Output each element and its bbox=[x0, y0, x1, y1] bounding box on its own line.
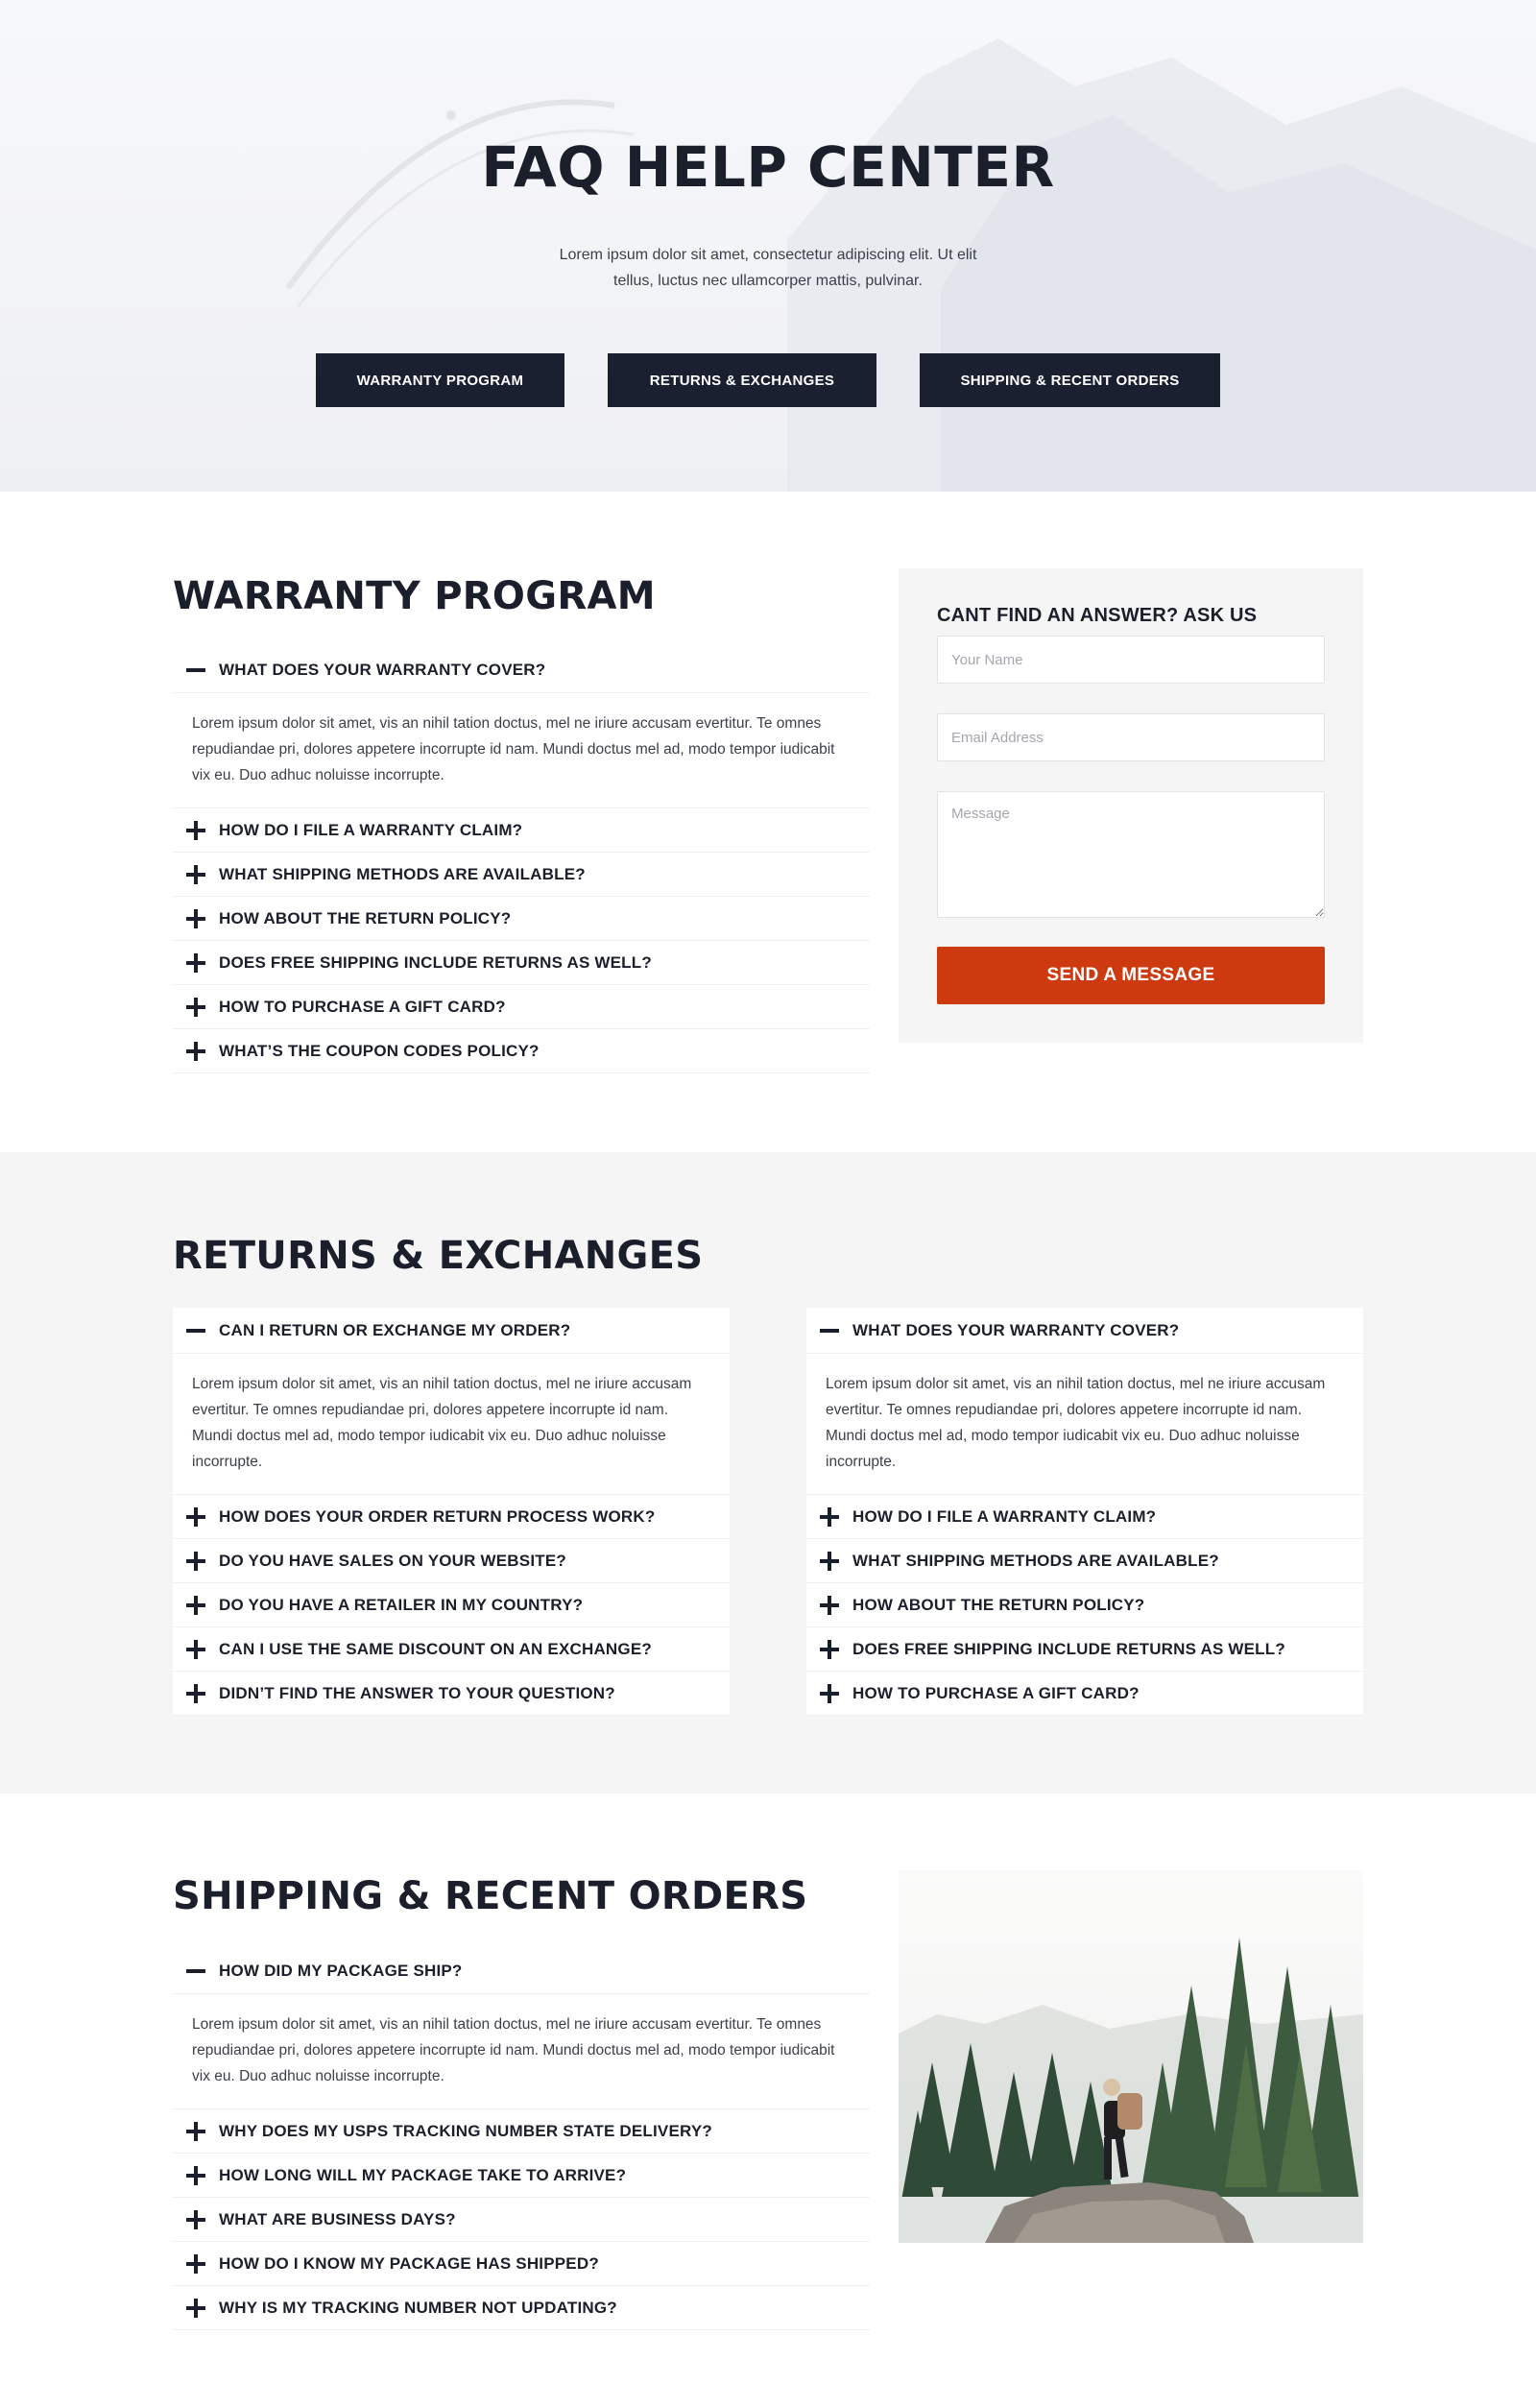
accordion-item[interactable]: WHY IS MY TRACKING NUMBER NOT UPDATING? bbox=[173, 2286, 870, 2330]
accordion-item[interactable]: DOES FREE SHIPPING INCLUDE RETURNS AS WE… bbox=[806, 1627, 1363, 1672]
accordion-item[interactable]: WHAT SHIPPING METHODS ARE AVAILABLE? bbox=[806, 1539, 1363, 1583]
accordion-question: WHAT SHIPPING METHODS ARE AVAILABLE? bbox=[852, 1551, 1219, 1570]
plus-icon bbox=[820, 1639, 839, 1659]
plus-icon bbox=[186, 2253, 205, 2274]
plus-icon bbox=[820, 1595, 839, 1615]
accordion-question: DO YOU HAVE SALES ON YOUR WEBSITE? bbox=[219, 1551, 566, 1570]
shipping-accordion: HOW DID MY PACKAGE SHIP? Lorem ipsum dol… bbox=[173, 1948, 870, 2330]
accordion-item[interactable]: HOW LONG WILL MY PACKAGE TAKE TO ARRIVE? bbox=[173, 2154, 870, 2198]
accordion-item[interactable]: DO YOU HAVE SALES ON YOUR WEBSITE? bbox=[173, 1539, 730, 1583]
message-textarea[interactable] bbox=[937, 791, 1325, 918]
hero-section: FAQ HELP CENTER Lorem ipsum dolor sit am… bbox=[0, 0, 1536, 492]
accordion-question: DO YOU HAVE A RETAILER IN MY COUNTRY? bbox=[219, 1595, 584, 1614]
minus-icon bbox=[820, 1321, 839, 1340]
plus-icon bbox=[820, 1506, 839, 1527]
plus-icon bbox=[186, 1041, 205, 1061]
plus-icon bbox=[820, 1683, 839, 1703]
plus-icon bbox=[186, 1506, 205, 1527]
hero-subtitle: Lorem ipsum dolor sit amet, consectetur … bbox=[559, 247, 977, 289]
returns-accordion-right: WHAT DOES YOUR WARRANTY COVER? Lorem ips… bbox=[806, 1308, 1363, 1716]
email-input[interactable] bbox=[937, 713, 1325, 761]
plus-icon bbox=[186, 2121, 205, 2141]
accordion-item[interactable]: HOW ABOUT THE RETURN POLICY? bbox=[806, 1583, 1363, 1627]
accordion-item[interactable]: WHAT’S THE COUPON CODES POLICY? bbox=[173, 1029, 870, 1073]
page-title: FAQ HELP CENTER bbox=[481, 134, 1055, 200]
plus-icon bbox=[186, 820, 205, 840]
accordion-question: HOW LONG WILL MY PACKAGE TAKE TO ARRIVE? bbox=[219, 2165, 627, 2184]
accordion-question: DOES FREE SHIPPING INCLUDE RETURNS AS WE… bbox=[852, 1639, 1285, 1658]
accordion-item-open[interactable]: WHAT DOES YOUR WARRANTY COVER? bbox=[173, 647, 870, 693]
plus-icon bbox=[186, 908, 205, 928]
plus-icon bbox=[820, 1551, 839, 1571]
accordion-item[interactable]: DIDN’T FIND THE ANSWER TO YOUR QUESTION? bbox=[173, 1672, 730, 1716]
accordion-question: DIDN’T FIND THE ANSWER TO YOUR QUESTION? bbox=[219, 1683, 615, 1702]
hiker-forest-photo bbox=[899, 1870, 1363, 2243]
minus-icon bbox=[186, 661, 205, 680]
accordion-question: WHAT ARE BUSINESS DAYS? bbox=[219, 2209, 456, 2228]
accordion-question: HOW DO I FILE A WARRANTY CLAIM? bbox=[852, 1506, 1157, 1526]
accordion-item[interactable]: HOW DO I FILE A WARRANTY CLAIM? bbox=[806, 1495, 1363, 1539]
accordion-item[interactable]: DOES FREE SHIPPING INCLUDE RETURNS AS WE… bbox=[173, 941, 870, 985]
accordion-item[interactable]: HOW ABOUT THE RETURN POLICY? bbox=[173, 897, 870, 941]
plus-icon bbox=[186, 1595, 205, 1615]
accordion-item[interactable]: HOW TO PURCHASE A GIFT CARD? bbox=[173, 985, 870, 1029]
name-input[interactable] bbox=[937, 636, 1325, 684]
accordion-question: HOW ABOUT THE RETURN POLICY? bbox=[219, 908, 512, 927]
plus-icon bbox=[186, 952, 205, 973]
accordion-item[interactable]: WHAT ARE BUSINESS DAYS? bbox=[173, 2198, 870, 2242]
returns-accordion-left: CAN I RETURN OR EXCHANGE MY ORDER? Lorem… bbox=[173, 1308, 730, 1716]
accordion-question: WHAT DOES YOUR WARRANTY COVER? bbox=[852, 1320, 1180, 1339]
accordion-item[interactable]: HOW DO I KNOW MY PACKAGE HAS SHIPPED? bbox=[173, 2242, 870, 2286]
accordion-answer: Lorem ipsum dolor sit amet, vis an nihil… bbox=[173, 1994, 870, 2109]
accordion-item[interactable]: HOW DOES YOUR ORDER RETURN PROCESS WORK? bbox=[173, 1495, 730, 1539]
accordion-question: HOW ABOUT THE RETURN POLICY? bbox=[852, 1595, 1145, 1614]
shipping-section-title: SHIPPING & RECENT ORDERS bbox=[173, 1874, 808, 1918]
send-message-button[interactable]: SEND A MESSAGE bbox=[937, 947, 1325, 1004]
plus-icon bbox=[186, 1683, 205, 1703]
returns-section-title: RETURNS & EXCHANGES bbox=[173, 1234, 704, 1278]
shipping-recent-orders-button[interactable]: SHIPPING & RECENT ORDERS bbox=[920, 353, 1220, 407]
plus-icon bbox=[186, 864, 205, 884]
accordion-question: HOW TO PURCHASE A GIFT CARD? bbox=[219, 997, 506, 1016]
accordion-question: WHAT’S THE COUPON CODES POLICY? bbox=[219, 1041, 540, 1060]
accordion-item[interactable]: DO YOU HAVE A RETAILER IN MY COUNTRY? bbox=[173, 1583, 730, 1627]
accordion-question: CAN I USE THE SAME DISCOUNT ON AN EXCHAN… bbox=[219, 1639, 652, 1658]
plus-icon bbox=[186, 2209, 205, 2229]
accordion-item-open[interactable]: WHAT DOES YOUR WARRANTY COVER? bbox=[806, 1308, 1363, 1354]
accordion-answer: Lorem ipsum dolor sit amet, vis an nihil… bbox=[173, 1354, 730, 1495]
accordion-question: HOW DO I FILE A WARRANTY CLAIM? bbox=[219, 820, 523, 839]
accordion-question: WHY IS MY TRACKING NUMBER NOT UPDATING? bbox=[219, 2298, 617, 2317]
contact-form-title: CANT FIND AN ANSWER? ASK US bbox=[937, 605, 1258, 626]
plus-icon bbox=[186, 997, 205, 1017]
accordion-question: WHAT SHIPPING METHODS ARE AVAILABLE? bbox=[219, 864, 586, 883]
accordion-question: HOW TO PURCHASE A GIFT CARD? bbox=[852, 1683, 1140, 1702]
minus-icon bbox=[186, 1962, 205, 1981]
returns-exchanges-button[interactable]: RETURNS & EXCHANGES bbox=[608, 353, 876, 407]
accordion-question: HOW DO I KNOW MY PACKAGE HAS SHIPPED? bbox=[219, 2253, 599, 2273]
plus-icon bbox=[186, 2298, 205, 2318]
accordion-question: HOW DOES YOUR ORDER RETURN PROCESS WORK? bbox=[219, 1506, 656, 1526]
accordion-item[interactable]: CAN I USE THE SAME DISCOUNT ON AN EXCHAN… bbox=[173, 1627, 730, 1672]
accordion-answer: Lorem ipsum dolor sit amet, vis an nihil… bbox=[173, 693, 870, 808]
warranty-program-button[interactable]: WARRANTY PROGRAM bbox=[316, 353, 564, 407]
accordion-item[interactable]: WHAT SHIPPING METHODS ARE AVAILABLE? bbox=[173, 853, 870, 897]
accordion-question: HOW DID MY PACKAGE SHIP? bbox=[219, 1961, 463, 1980]
accordion-question: DOES FREE SHIPPING INCLUDE RETURNS AS WE… bbox=[219, 952, 652, 972]
accordion-item[interactable]: HOW TO PURCHASE A GIFT CARD? bbox=[806, 1672, 1363, 1716]
accordion-question: WHAT DOES YOUR WARRANTY COVER? bbox=[219, 660, 546, 679]
accordion-item[interactable]: WHY DOES MY USPS TRACKING NUMBER STATE D… bbox=[173, 2109, 870, 2154]
accordion-answer: Lorem ipsum dolor sit amet, vis an nihil… bbox=[806, 1354, 1363, 1495]
accordion-question: WHY DOES MY USPS TRACKING NUMBER STATE D… bbox=[219, 2121, 712, 2140]
plus-icon bbox=[186, 1639, 205, 1659]
minus-icon bbox=[186, 1321, 205, 1340]
plus-icon bbox=[186, 2165, 205, 2185]
warranty-section-title: WARRANTY PROGRAM bbox=[173, 574, 656, 618]
plus-icon bbox=[186, 1551, 205, 1571]
accordion-question: CAN I RETURN OR EXCHANGE MY ORDER? bbox=[219, 1320, 571, 1339]
accordion-item-open[interactable]: CAN I RETURN OR EXCHANGE MY ORDER? bbox=[173, 1308, 730, 1354]
contact-form: CANT FIND AN ANSWER? ASK US SEND A MESSA… bbox=[899, 568, 1363, 1043]
accordion-item[interactable]: HOW DO I FILE A WARRANTY CLAIM? bbox=[173, 808, 870, 853]
accordion-item-open[interactable]: HOW DID MY PACKAGE SHIP? bbox=[173, 1948, 870, 1994]
warranty-accordion: WHAT DOES YOUR WARRANTY COVER? Lorem ips… bbox=[173, 647, 870, 1073]
